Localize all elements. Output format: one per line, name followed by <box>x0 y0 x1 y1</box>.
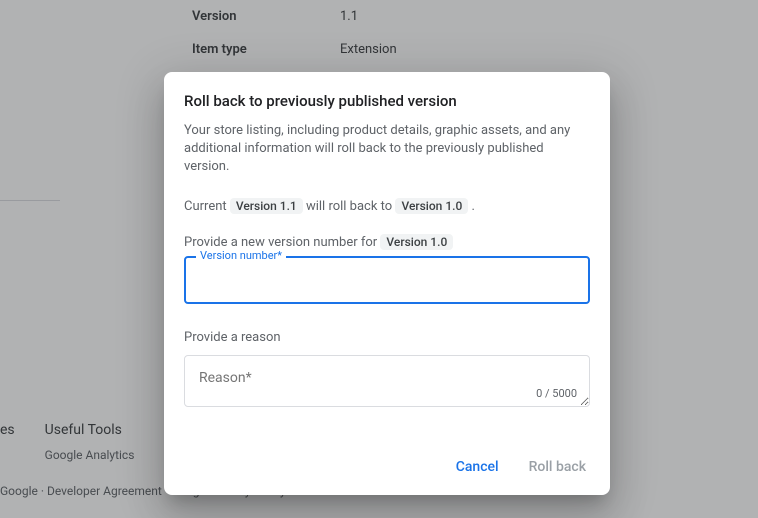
rollback-dialog: Roll back to previously published versio… <box>164 72 610 495</box>
current-label: Current <box>184 199 227 214</box>
reason-field: 0 / 5000 <box>184 355 590 407</box>
target-version-chip: Version 1.0 <box>395 198 468 214</box>
version-number-input[interactable] <box>186 258 588 302</box>
rollback-summary-line: Current Version 1.1 will roll back to Ve… <box>184 198 590 214</box>
reason-section-label: Provide a reason <box>184 330 590 345</box>
dialog-title: Roll back to previously published versio… <box>184 92 590 110</box>
version-field-lead: Provide a new version number for Version… <box>184 234 590 250</box>
dialog-description: Your store listing, including product de… <box>184 122 590 176</box>
char-counter: 0 / 5000 <box>536 387 577 400</box>
reason-textarea[interactable] <box>185 356 589 406</box>
version-number-field: Version number* <box>184 256 590 304</box>
version-floating-label: Version number* <box>196 249 286 262</box>
mid-text: will roll back to <box>306 199 392 214</box>
cancel-button[interactable]: Cancel <box>452 453 503 481</box>
rollback-button[interactable]: Roll back <box>525 453 590 481</box>
current-version-chip: Version 1.1 <box>230 198 303 214</box>
provide-version-chip: Version 1.0 <box>380 234 453 250</box>
